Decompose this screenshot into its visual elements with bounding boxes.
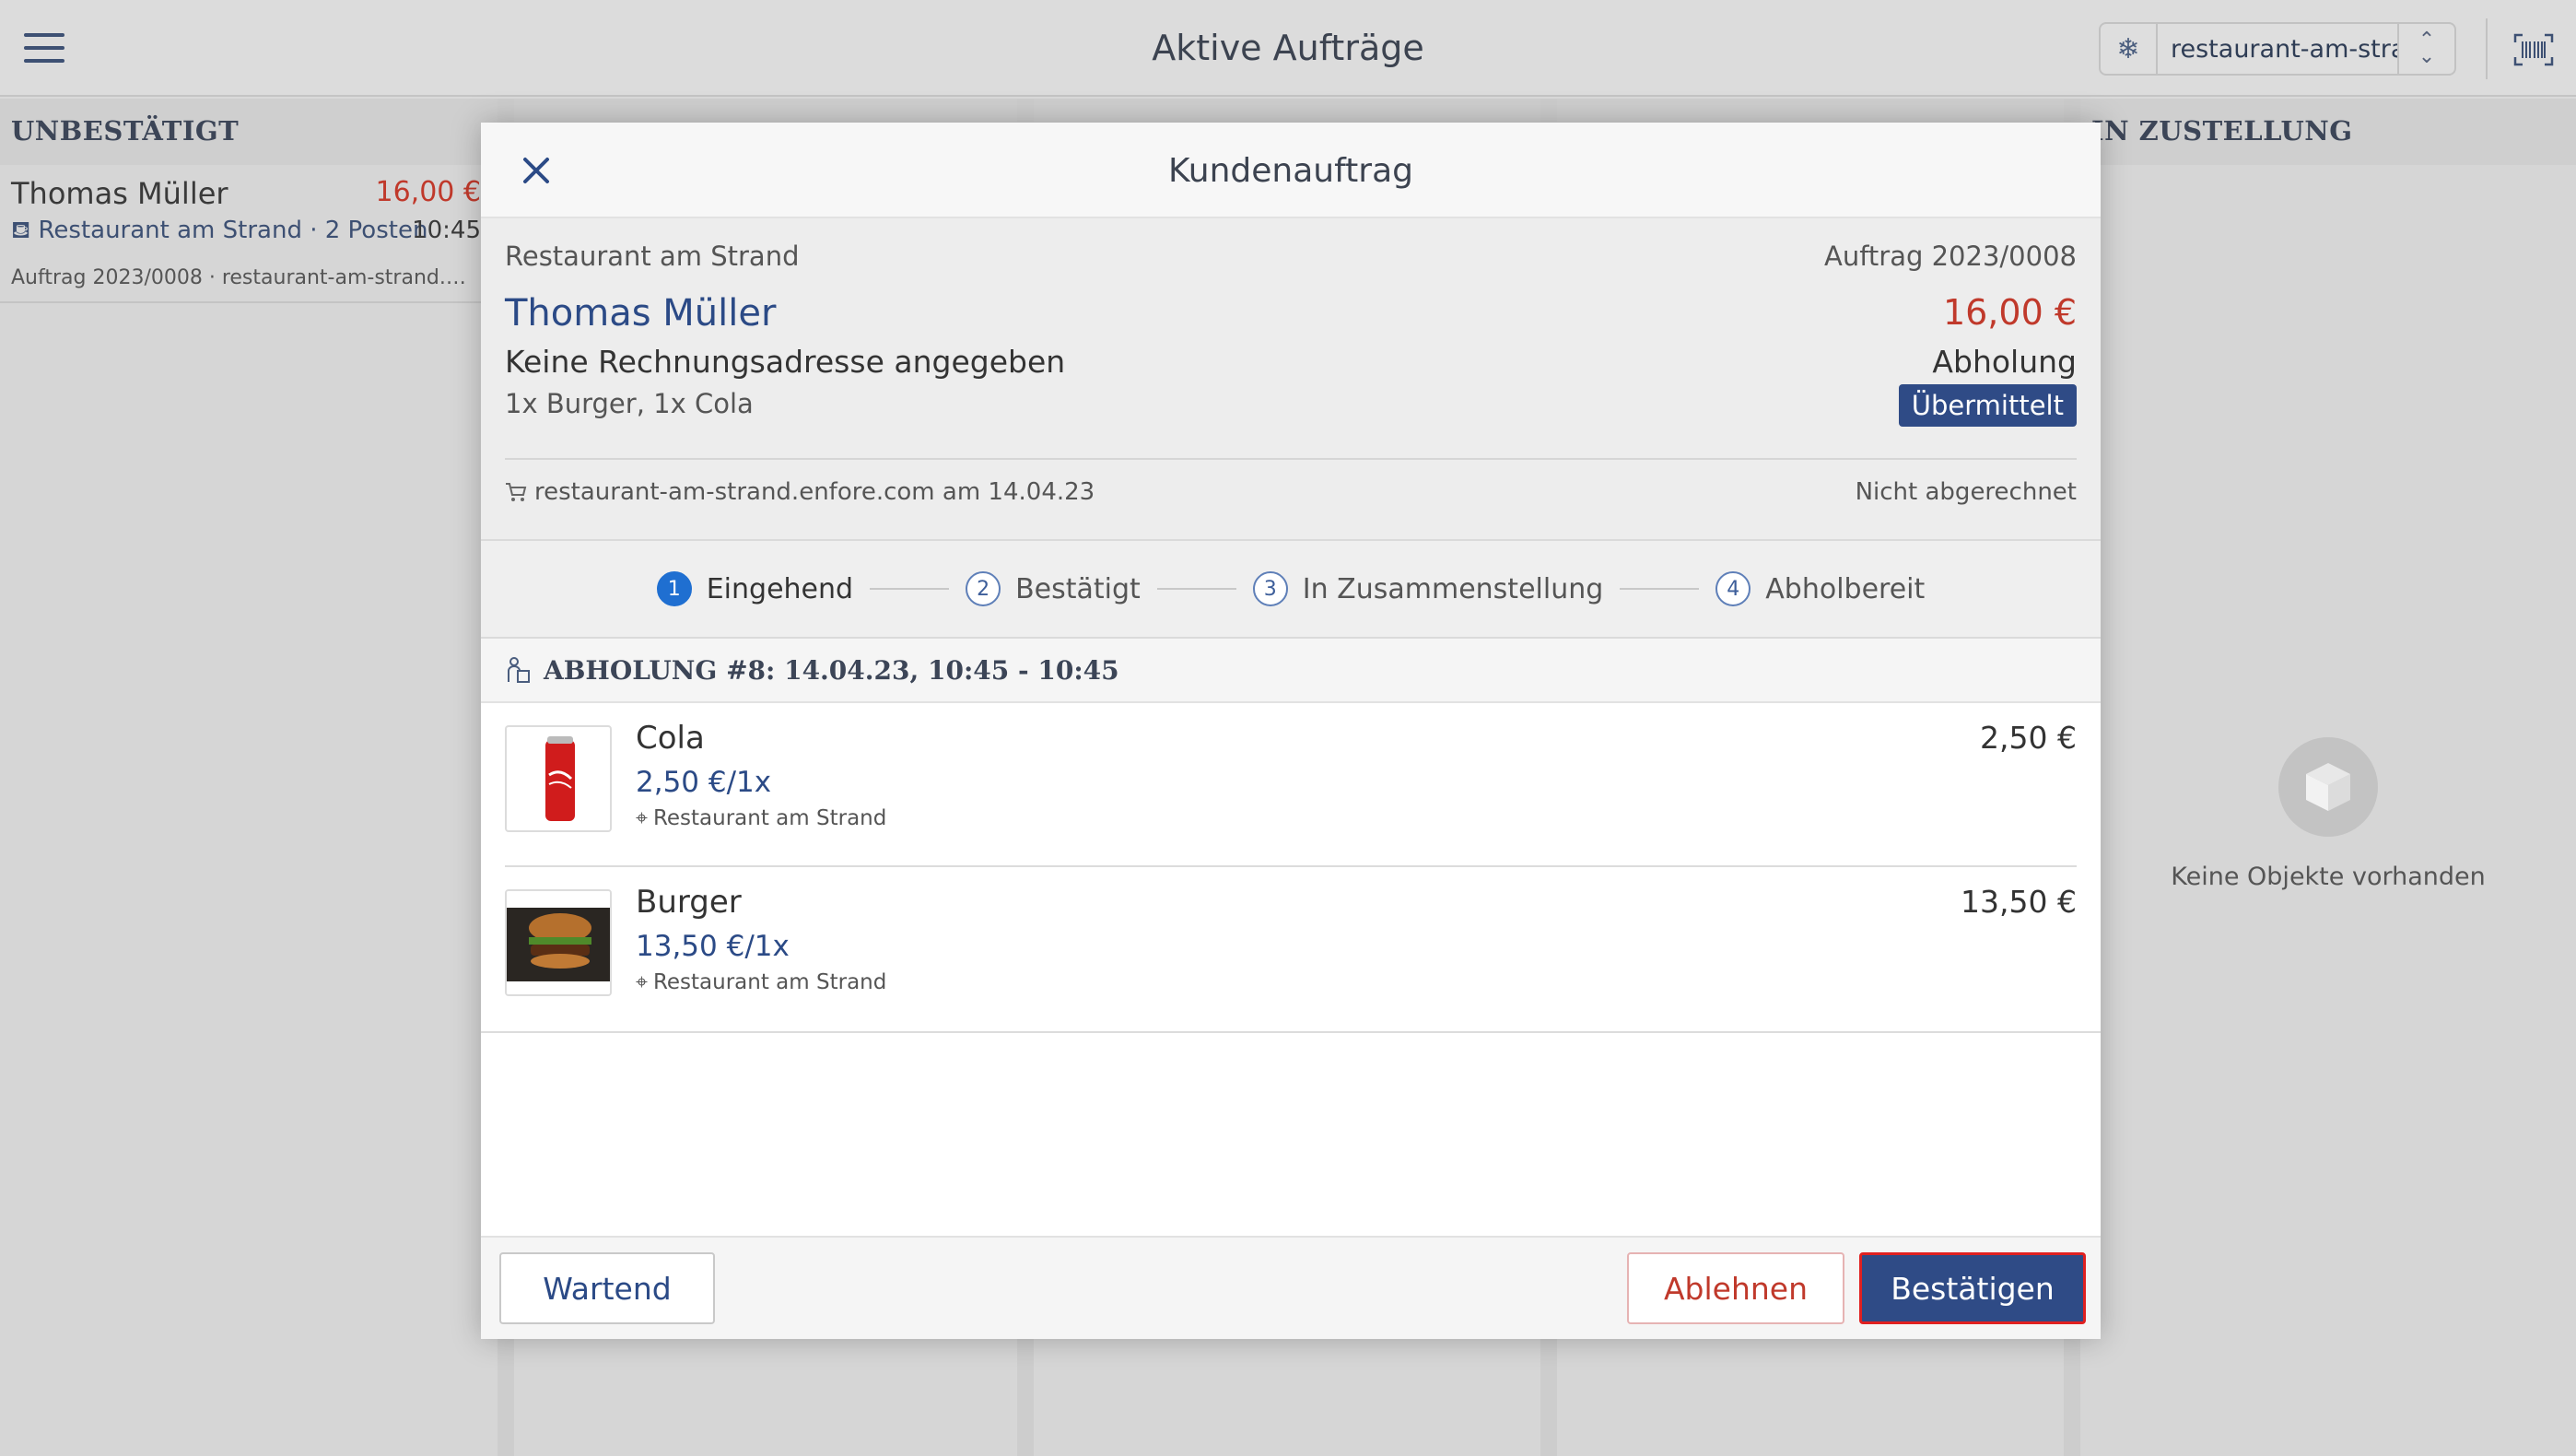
order-source: restaurant-am-strand.enfore.com am 14.04…	[505, 478, 1095, 506]
product-image-burger	[505, 889, 612, 996]
cart-icon	[506, 483, 527, 501]
store-icon: ❄	[2101, 24, 2158, 74]
step-incoming: 1 Eingehend	[656, 571, 853, 606]
wait-button[interactable]: Wartend	[499, 1252, 715, 1324]
line-item[interactable]: Cola 2,50 €/1x ⌖ Restaurant am Strand 2,…	[505, 703, 2077, 867]
order-meta: ⛾ Restaurant am Strand · 2 Posten	[11, 217, 428, 244]
divider	[2486, 18, 2488, 79]
location-pin-icon: ⌖	[636, 970, 648, 994]
menu-icon[interactable]	[24, 33, 64, 65]
column-unconfirmed: UNBESTÄTIGT Thomas Müller 16,00 € ⛾ Rest…	[0, 99, 498, 1456]
order-total: 16,00 €	[1942, 292, 2077, 333]
top-bar: Aktive Aufträge ❄ restaurant-am-stra... …	[0, 0, 2576, 97]
column-header: UNBESTÄTIGT	[0, 99, 498, 165]
status-badge: Übermittelt	[1898, 384, 2077, 427]
modal-footer: Wartend Ablehnen Bestätigen	[481, 1236, 2101, 1339]
empty-state-text: Keine Objekte vorhanden	[2171, 863, 2486, 891]
order-summary: Restaurant am Strand Auftrag 2023/0008 T…	[481, 218, 2101, 541]
confirm-button[interactable]: Bestätigen	[1859, 1252, 2086, 1324]
barcode-scanner-icon[interactable]	[2513, 33, 2554, 66]
item-price: 2,50 €	[1980, 720, 2077, 756]
divider	[505, 458, 2077, 460]
store-select-value: restaurant-am-stra...	[2171, 34, 2397, 64]
item-name: Burger	[636, 884, 742, 921]
order-customer: Thomas Müller	[11, 176, 228, 211]
line-items: Cola 2,50 €/1x ⌖ Restaurant am Strand 2,…	[481, 703, 2101, 1033]
step-ready: 4 Abholbereit	[1715, 571, 1925, 606]
order-time: 10:45	[412, 217, 481, 244]
item-unit-price: 2,50 €/1x	[636, 766, 772, 799]
item-location: ⌖ Restaurant am Strand	[636, 970, 887, 994]
billing-address: Keine Rechnungsadresse angegeben	[505, 344, 1066, 380]
order-card[interactable]: Thomas Müller 16,00 € ⛾ Restaurant am St…	[0, 165, 481, 303]
chevron-updown-icon: ⌃ ⌄	[2397, 24, 2454, 74]
empty-state: Keine Objekte vorhanden	[2080, 166, 2576, 891]
modal-title: Kundenauftrag	[1167, 152, 1413, 190]
item-name: Cola	[636, 720, 705, 757]
items-summary: 1x Burger, 1x Cola	[505, 388, 754, 419]
box-icon	[2278, 737, 2378, 837]
order-subline: Auftrag 2023/0008 · restaurant-am-strand…	[11, 266, 476, 289]
line-item[interactable]: Burger 13,50 €/1x ⌖ Restaurant am Strand…	[505, 867, 2077, 1031]
pickup-icon: ⛾	[11, 217, 31, 244]
order-stepper: 1 Eingehend 2 Bestätigt 3 In Zusammenstellu…	[481, 541, 2101, 639]
pickup-section-header: ABHOLUNG #8: 14.04.23, 10:45 - 10:45	[481, 639, 2101, 703]
billing-status: Nicht abgerechnet	[1855, 478, 2077, 506]
product-image-cola	[505, 725, 612, 832]
reject-button[interactable]: Ablehnen	[1627, 1252, 1844, 1324]
step-assembly: 3 In Zusammenstellung	[1252, 571, 1603, 606]
item-price: 13,50 €	[1961, 884, 2077, 920]
location-pin-icon: ⌖	[636, 806, 648, 830]
order-number: Auftrag 2023/0008	[1824, 241, 2077, 272]
step-confirmed: 2 Bestätigt	[966, 571, 1141, 606]
column-header: IN ZUSTELLUNG	[2080, 99, 2576, 165]
pickup-icon	[508, 657, 530, 683]
delivery-method: Abholung	[1932, 344, 2077, 380]
item-location: ⌖ Restaurant am Strand	[636, 806, 887, 830]
shop-name: Restaurant am Strand	[505, 241, 800, 272]
item-unit-price: 13,50 €/1x	[636, 930, 790, 963]
order-price: 16,00 €	[375, 176, 481, 208]
store-select[interactable]: ❄ restaurant-am-stra... ⌃⌄	[2099, 22, 2456, 76]
order-modal: Kundenauftrag Restaurant am Strand Auftr…	[481, 123, 2101, 1339]
customer-name[interactable]: Thomas Müller	[505, 292, 776, 335]
modal-header: Kundenauftrag	[481, 123, 2101, 218]
